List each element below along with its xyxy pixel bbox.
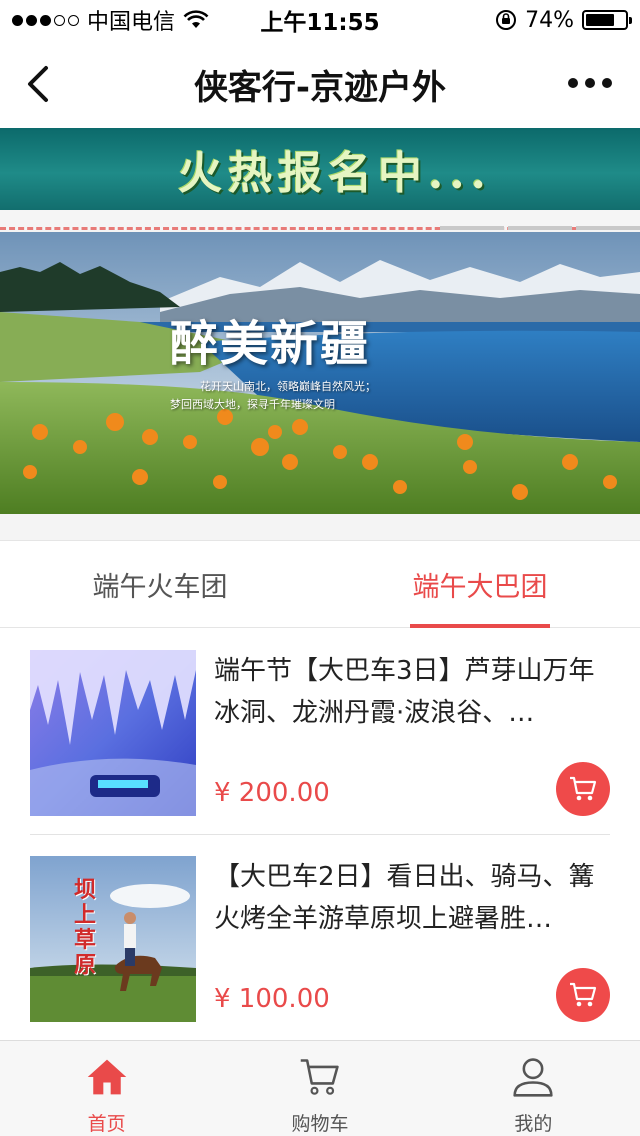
tab-mine[interactable]: 我的 <box>427 1041 640 1136</box>
product-list: 端午节【大巴车3日】芦芽山万年冰洞、龙洲丹霞·波浪谷、… ¥ 200.00 坝上… <box>0 628 640 1040</box>
product-price: ¥ 200.00 <box>214 778 330 808</box>
more-dots-icon[interactable] <box>568 72 614 94</box>
signal-strength-icon <box>12 14 79 26</box>
banner-image-title: 醉美新疆 <box>170 316 371 372</box>
add-to-cart-button[interactable] <box>556 968 610 1022</box>
tab-home[interactable]: 首页 <box>0 1041 213 1136</box>
banner-headline: 火热报名中... <box>178 148 492 199</box>
product-title[interactable]: 端午节【大巴车3日】芦芽山万年冰洞、龙洲丹霞·波浪谷、… <box>214 650 610 734</box>
list-divider <box>30 834 610 835</box>
cart-icon <box>300 1059 339 1095</box>
category-tabs: 端午火车团 端午大巴团 <box>0 540 640 628</box>
tab-mine-label: 我的 <box>514 1113 553 1135</box>
list-item[interactable]: 坝上草原 【大巴车2日】看日出、骑马、篝火烤全羊游草原坝上避暑胜… ¥ 100.… <box>30 856 610 1022</box>
list-item[interactable]: 端午节【大巴车3日】芦芽山万年冰洞、龙洲丹霞·波浪谷、… ¥ 200.00 <box>30 650 610 816</box>
battery-icon <box>582 10 632 30</box>
status-left: 中国电信 <box>12 4 242 36</box>
cart-icon <box>570 982 597 1007</box>
tab-cart-label: 购物车 <box>291 1113 349 1135</box>
tab-home-label: 首页 <box>87 1113 126 1135</box>
nav-bar: 侠客行-京迹户外 <box>0 40 640 128</box>
rotation-lock-icon <box>496 10 517 30</box>
battery-level <box>586 14 615 26</box>
banner-image-line2: 梦回西域大地，探寻千年璀璨文明 <box>170 398 335 411</box>
banner-header: 火热报名中... <box>0 128 640 210</box>
grassland-thumbnail[interactable]: 坝上草原 <box>30 856 196 1022</box>
banner-indicators <box>440 226 640 230</box>
wifi-icon <box>183 10 209 28</box>
user-icon <box>513 1058 553 1097</box>
carrier-name: 中国电信 <box>87 10 176 35</box>
banner-image-line1: 花开天山南北，领略巅峰自然风光； <box>200 380 376 393</box>
add-to-cart-button[interactable] <box>556 762 610 816</box>
cart-icon <box>570 776 597 801</box>
promo-banner[interactable]: 火热报名中... 醉美新疆 花开天山南北，领略巅峰自然风光； 梦回西域大地，探寻… <box>0 128 640 540</box>
thumbnail-caption: 坝上草原 <box>74 877 97 978</box>
page-title: 侠客行-京迹户外 <box>193 67 447 108</box>
status-right: 74% <box>398 7 632 33</box>
battery-percent: 74% <box>525 7 574 33</box>
tab-train-tour[interactable]: 端午火车团 <box>0 541 320 627</box>
clock: 上午11:55 <box>260 10 380 36</box>
tab-bus-tour[interactable]: 端午大巴团 <box>320 541 640 628</box>
product-price: ¥ 100.00 <box>214 984 330 1014</box>
tab-cart[interactable]: 购物车 <box>213 1041 426 1136</box>
banner-image: 醉美新疆 花开天山南北，领略巅峰自然风光； 梦回西域大地，探寻千年璀璨文明 <box>0 232 640 514</box>
home-icon <box>87 1059 126 1095</box>
ice-cave-thumbnail[interactable] <box>30 650 196 816</box>
status-bar: 中国电信 上午11:55 74% <box>0 0 640 40</box>
product-title[interactable]: 【大巴车2日】看日出、骑马、篝火烤全羊游草原坝上避暑胜… <box>214 856 610 940</box>
back-chevron-icon[interactable] <box>18 62 58 106</box>
bottom-tab-bar: 首页 购物车 我的 <box>0 1040 640 1136</box>
